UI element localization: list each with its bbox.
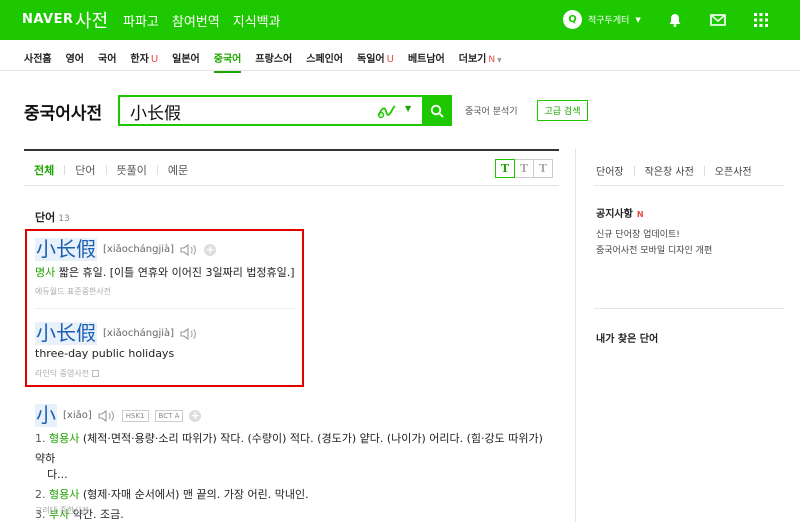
filter-word[interactable]: 단어 [75,162,95,178]
text-size-small-button[interactable]: T [495,159,515,178]
definition-item: 3. 부사 약간. 조금. [35,508,124,521]
definition: three-day public holidays [35,347,175,360]
filter-meaning[interactable]: 뜻풀이 [117,162,147,178]
tab-english[interactable]: 영어 [66,50,84,65]
notice-title[interactable]: 공지사항 N [596,205,644,220]
tab-japanese[interactable]: 일본어 [172,50,200,65]
headword-link[interactable]: 小长假 [35,322,97,345]
result-filter-tabs: 전체 단어 뜻풀이 예문 [34,162,188,178]
filter-example[interactable]: 예문 [168,162,188,178]
separator [64,165,66,175]
pinyin: [xiǎochángjià] [103,328,175,339]
tab-french[interactable]: 프랑스어 [255,50,292,65]
separator [105,165,107,175]
bct-badge: BCT A [154,409,184,422]
text-size-large-button[interactable]: T [533,159,553,178]
sidebar-divider [594,308,784,309]
content-top-divider [24,149,559,151]
advanced-search-button[interactable]: 고급 검색 [537,100,588,121]
sidebar-links: 단어장 작은창 사전 오픈사전 [596,163,752,178]
tab-german[interactable]: 독일어 U [357,50,394,65]
dictionary-source[interactable]: 고려대 중한사전 [35,505,89,516]
separator [156,165,158,175]
mini-dictionary-link[interactable]: 작은창 사전 [645,163,694,178]
search-input[interactable] [130,100,370,122]
top-bar: NAVER 사전 파파고 참여번역 지식백과 Q 적구두게터 ▼ [0,0,800,40]
speaker-icon[interactable] [180,327,198,341]
user-menu[interactable]: Q 적구두게터 ▼ [563,10,641,29]
tab-hanja[interactable]: 한자 U [130,50,158,65]
page-title: 중국어사전 [24,104,103,124]
separator [703,165,705,176]
definition: 명사 짧은 휴일. [이틀 연휴와 이어진 3일짜리 법정휴일.] [35,266,295,279]
chinese-analyzer-link[interactable]: 중국어 분석기 [465,104,518,117]
search-button[interactable] [422,95,452,126]
tab-vietnamese[interactable]: 베트남어 [408,50,445,65]
update-badge: U [386,54,394,65]
notice-item[interactable]: 중국어사전 모바일 디자인 개편 [596,243,712,256]
user-name: 적구두게터 [588,16,630,26]
tab-korean[interactable]: 국어 [98,50,116,65]
definition-item: 1. 형용사 (체적·면적·용량·소리 따위가) 작다. (수량이) 적다. (… [35,432,543,465]
list-item: 小长假 [xiǎochángjià] [35,322,198,345]
language-tabs: 사전홈 영어 국어 한자 U 일본어 중국어 프랑스어 스페인어 독일어 U 베트남… [24,50,502,73]
search-box: ▼ [118,95,424,126]
section-title-words: 단어 13 [35,211,70,224]
text-size-buttons: T T T [495,159,553,178]
tab-more[interactable]: 더보기 N ▼ [459,50,502,65]
speaker-icon[interactable] [98,409,116,423]
new-badge: N [488,55,496,65]
notice-item[interactable]: 신규 단어장 업데이트! [596,227,680,240]
filter-all[interactable]: 전체 [34,162,54,178]
separator [633,165,635,176]
headword-link[interactable]: 小长假 [35,238,97,261]
copy-icon [92,370,100,377]
nav-translation[interactable]: 참여번역 [172,11,220,30]
language-tabbar: 사전홈 영어 국어 한자 U 일본어 중국어 프랑스어 스페인어 독일어 U 베트남… [0,40,800,73]
chevron-down-icon[interactable]: ▼ [405,104,411,113]
tab-chinese[interactable]: 중국어 [213,50,241,73]
my-words-title: 내가 찾은 단어 [596,334,659,345]
pinyin: [xiǎochángjià] [103,244,175,255]
chevron-down-icon: ▼ [635,15,641,24]
tab-dict-home[interactable]: 사전홈 [24,50,52,65]
sidebar-divider [594,185,784,186]
dictionary-home-link[interactable]: 사전 [75,7,108,33]
definition-list: 1. 형용사 (체적·면적·용량·소리 따위가) 작다. (수량이) 적다. (… [35,429,555,525]
wordbook-link[interactable]: 단어장 [596,163,624,178]
list-item: 小长假 [xiǎochángjià] + [35,238,217,261]
apps-grid-icon[interactable] [753,12,769,28]
definition-item: 2. 형용사 (형제·자매 순서에서) 맨 끝의. 가장 어린. 막내인. [35,488,309,501]
hsk-badge: HSK1 [121,409,149,422]
chevron-down-icon: ▼ [497,57,502,64]
search-icon [430,104,444,118]
divider [35,308,295,309]
open-dictionary-link[interactable]: 오픈사전 [715,163,752,178]
naver-logo[interactable]: NAVER [22,12,74,27]
new-badge: N [636,210,644,219]
list-item: 小 [xiǎo] HSK1 BCT A + [35,404,202,427]
handwriting-input-icon[interactable] [377,103,397,119]
nav-knowledge[interactable]: 지식백과 [233,11,281,30]
pinyin: [xiǎo] [63,410,92,421]
add-to-wordbook-icon[interactable]: + [189,409,202,422]
tab-spanish[interactable]: 스페인어 [306,50,343,65]
sidebar-divider [575,149,576,522]
dictionary-source[interactable]: 라인딕 중영사전 [35,368,100,379]
result-count: 13 [58,214,70,224]
add-to-wordbook-icon[interactable]: + [204,243,217,256]
bell-icon[interactable] [667,12,683,28]
filter-divider [24,185,559,186]
definition-item: 다... [47,468,68,481]
mail-icon[interactable] [710,12,726,28]
nav-papago[interactable]: 파파고 [123,11,159,30]
headword-link[interactable]: 小 [35,404,57,427]
speaker-icon[interactable] [180,243,198,257]
update-badge: U [150,54,159,65]
top-nav: 파파고 참여번역 지식백과 [123,11,281,30]
avatar: Q [563,10,582,29]
dictionary-source[interactable]: 에듀월드 표준중한사전 [35,286,111,297]
text-size-medium-button[interactable]: T [514,159,534,178]
